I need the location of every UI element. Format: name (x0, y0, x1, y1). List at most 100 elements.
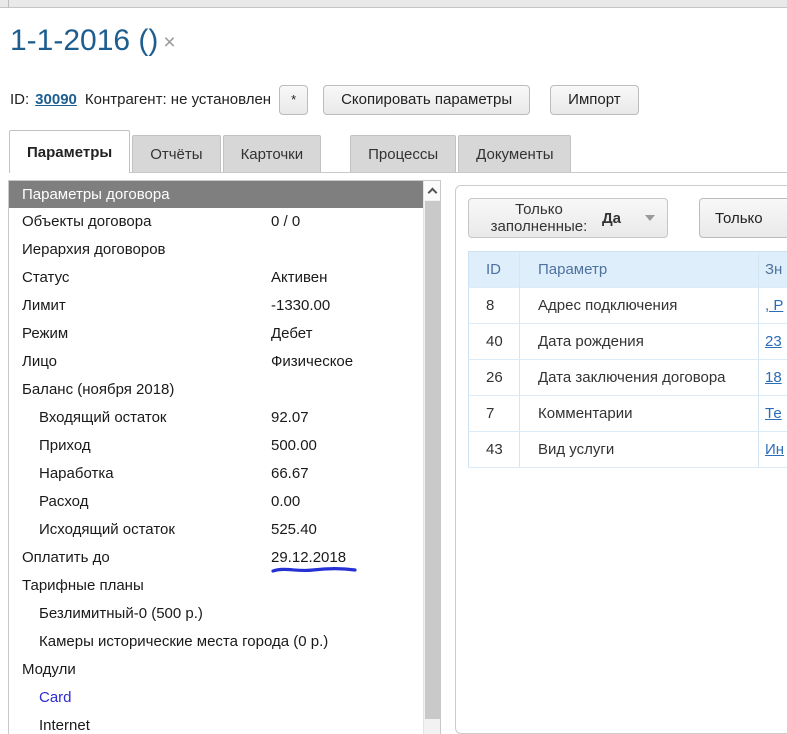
param-row-label: Лицо (9, 353, 57, 370)
param-row[interactable]: Модули (9, 656, 423, 684)
param-row[interactable]: Режим Дебет (9, 320, 423, 348)
param-row-label: Камеры исторические места города (0 р.) (9, 633, 328, 650)
param-row-label: Internet (9, 717, 90, 734)
param-row[interactable]: Internet (9, 712, 423, 734)
cell-param: Дата заключения договора (520, 360, 759, 396)
scroll-up-button[interactable] (424, 181, 440, 200)
col-header-id[interactable]: ID (469, 252, 520, 288)
close-icon[interactable]: × (163, 31, 175, 55)
param-list: Объекты договора 0 / 0 Иерархия договоров С… (9, 208, 423, 734)
param-list-container: Параметры договора Объекты договора 0 / 0… (9, 181, 423, 734)
module-link[interactable]: Card (9, 689, 72, 706)
contract-title-row: 1-1-2016 () × (10, 24, 176, 58)
page-title: 1-1-2016 () (10, 24, 158, 58)
value-link[interactable]: 23 (765, 333, 782, 350)
param-row-label: Безлимитный-0 (500 р.) (9, 605, 203, 622)
param-row[interactable]: Объекты договора 0 / 0 (9, 208, 423, 236)
table-row: 26Дата заключения договора 18 (469, 360, 787, 396)
col-header-param[interactable]: Параметр (520, 252, 759, 288)
param-row-label: Тарифные планы (9, 577, 144, 594)
param-row[interactable]: ЛицоФизическое (9, 348, 423, 376)
tab-bar: ПараметрыОтчётыКарточки ПроцессыДокументы (9, 130, 787, 173)
param-row[interactable]: Безлимитный-0 (500 р.) (9, 600, 423, 628)
param-row-value: Дебет (271, 320, 312, 348)
param-row-label: Статус (9, 269, 69, 286)
param-row-value: 92.07 (271, 404, 309, 432)
param-row-label: Расход (9, 493, 88, 510)
contract-info-row: ID: 30090 Контрагент: не установлен * Ск… (10, 84, 639, 115)
filter-controls: Только заполненные: Да Только (468, 198, 787, 238)
param-row[interactable]: Приход 500.00 (9, 432, 423, 460)
star-button[interactable]: * (279, 85, 308, 115)
param-row-value: 525.40 (271, 516, 317, 544)
cell-param: Дата рождения (520, 324, 759, 360)
scrollbar-thumb[interactable] (425, 201, 440, 719)
param-row[interactable]: Баланс (ноября 2018) (9, 376, 423, 404)
table-row: 7КомментарииТе (469, 396, 787, 432)
panel-header: Параметры договора (9, 181, 423, 208)
value-link[interactable]: , Р (765, 297, 783, 314)
only-filled-dropdown[interactable]: Только заполненные: Да (468, 198, 668, 238)
param-row[interactable]: Исходящий остаток 525.40 (9, 516, 423, 544)
copy-parameters-button[interactable]: Скопировать параметры (323, 85, 530, 115)
cell-value: Те (759, 396, 787, 432)
contragent-label: Контрагент: не установлен (85, 91, 271, 108)
param-row-label: Баланс (ноября 2018) (9, 381, 174, 398)
param-row-label: Объекты договора (9, 213, 151, 230)
col-header-value[interactable]: Зн (759, 252, 787, 288)
param-row[interactable]: Наработка66.67 (9, 460, 423, 488)
cell-id: 26 (469, 360, 520, 396)
filter-value: Да (602, 210, 621, 227)
import-button[interactable]: Импорт (550, 85, 638, 115)
param-row[interactable]: Тарифные планы (9, 572, 423, 600)
cell-param: Вид услуги (520, 432, 759, 468)
param-row[interactable]: Входящий остаток 92.07 (9, 404, 423, 432)
tab-процессы[interactable]: Процессы (350, 135, 456, 172)
param-row[interactable]: Card (9, 684, 423, 712)
contract-id-link[interactable]: 30090 (35, 91, 77, 108)
tab-карточки[interactable]: Карточки (223, 135, 322, 172)
param-row-value: Активен (271, 264, 327, 292)
param-row-value: 500.00 (271, 432, 317, 460)
param-row[interactable]: Расход0.00 (9, 488, 423, 516)
table-row: 8Адрес подключения, Р (469, 288, 787, 324)
cell-value: Ин (759, 432, 787, 468)
param-row[interactable]: Лимит -1330.00 (9, 292, 423, 320)
cell-id: 43 (469, 432, 520, 468)
value-link[interactable]: Ин (765, 441, 784, 458)
cell-param: Комментарии (520, 396, 759, 432)
tab-параметры[interactable]: Параметры (9, 130, 130, 173)
chevron-down-icon (645, 215, 655, 221)
param-row-value: 0 / 0 (271, 208, 300, 236)
param-row-label: Лимит (9, 297, 66, 314)
param-row-label: Режим (9, 325, 68, 342)
table-header-row: ID Параметр Зн (469, 252, 787, 288)
browser-edge-strip (0, 0, 787, 8)
table-row: 43Вид услуги Ин (469, 432, 787, 468)
param-row-label: Приход (9, 437, 91, 454)
param-row-label: Входящий остаток (9, 409, 167, 426)
cell-id: 40 (469, 324, 520, 360)
tab-отчёты[interactable]: Отчёты (132, 135, 220, 172)
param-row-label: Иерархия договоров (9, 241, 166, 258)
param-row-value: 66.67 (271, 460, 309, 488)
param-row[interactable]: Оплатить до29.12.2018 (9, 544, 423, 572)
filter-label: Только заполненные: (481, 201, 597, 235)
param-row[interactable]: Статус Активен (9, 264, 423, 292)
scrollbar[interactable] (423, 181, 440, 734)
param-table-body: 8Адрес подключения, Р40Дата рождения 23 26… (469, 288, 787, 468)
parameters-table: ID Параметр Зн 8Адрес подключения, Р40Да… (468, 251, 787, 468)
id-label: ID: (10, 91, 29, 108)
param-row[interactable]: Иерархия договоров (9, 236, 423, 264)
second-filter-button[interactable]: Только (699, 198, 787, 238)
table-row: 40Дата рождения 23 (469, 324, 787, 360)
param-row-label: Модули (9, 661, 76, 678)
parameters-values-panel: Только заполненные: Да Только ID Парамет… (455, 185, 787, 734)
param-row-label: Исходящий остаток (9, 521, 175, 538)
value-link[interactable]: 18 (765, 369, 782, 386)
value-link[interactable]: Те (765, 405, 782, 422)
tab-документы[interactable]: Документы (458, 135, 571, 172)
param-row[interactable]: Камеры исторические места города (0 р.) (9, 628, 423, 656)
param-row-value: -1330.00 (271, 292, 330, 320)
contract-parameters-panel: Параметры договора Объекты договора 0 / 0… (8, 180, 441, 734)
